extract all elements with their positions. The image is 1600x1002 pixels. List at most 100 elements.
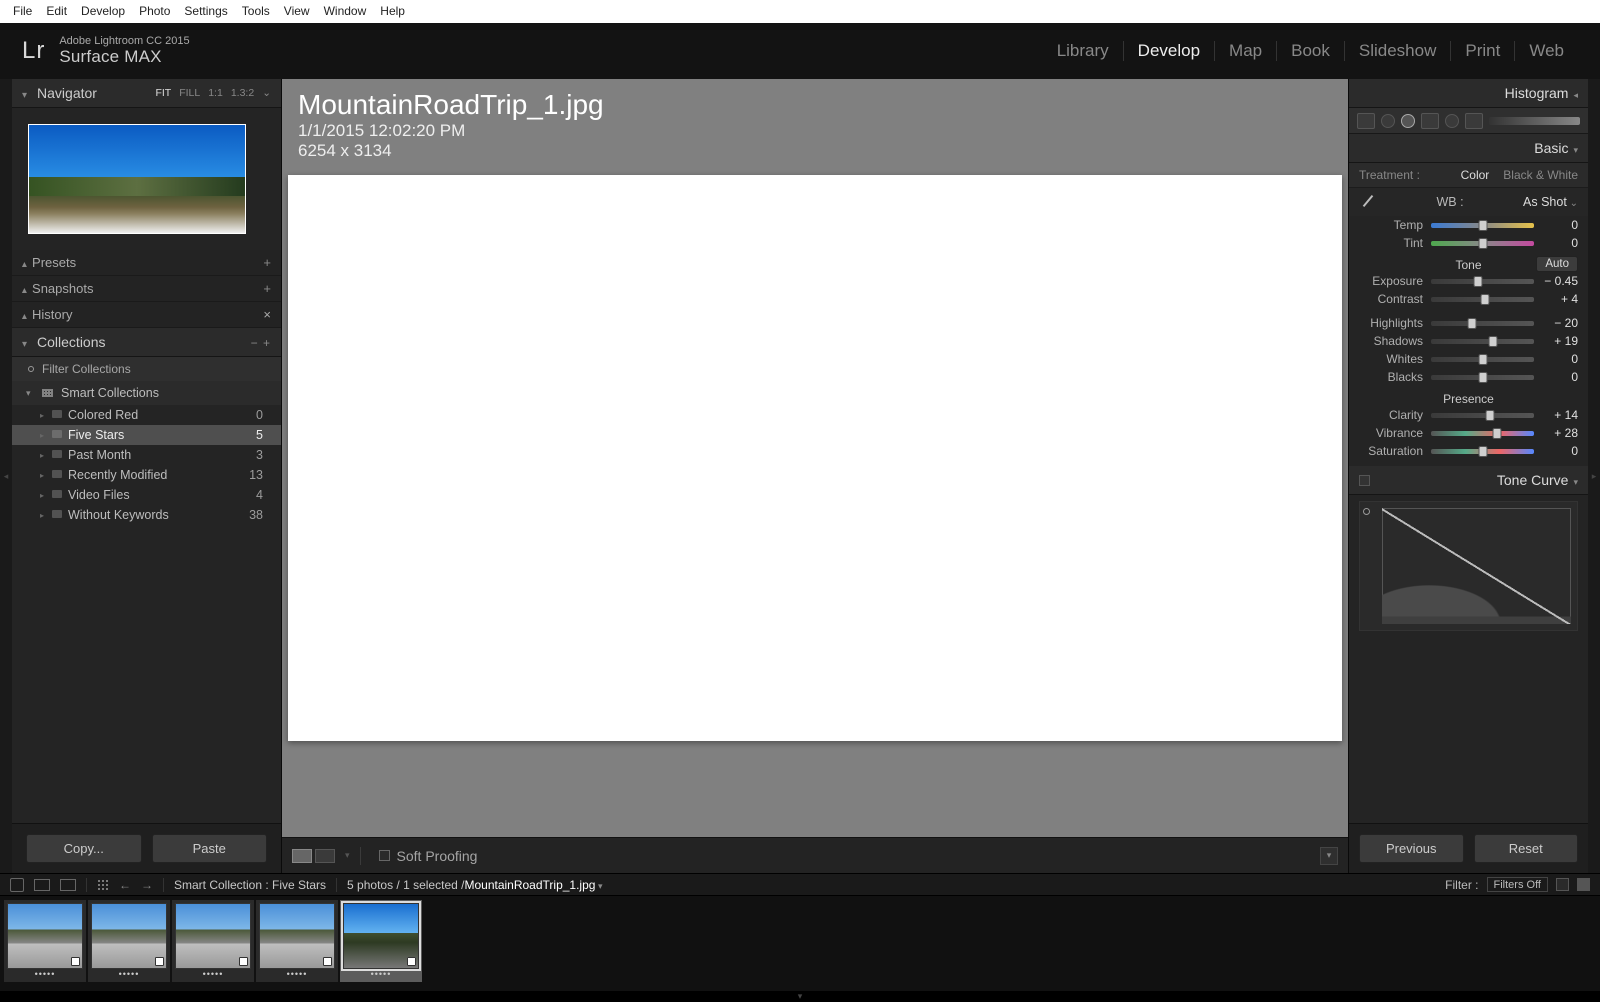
graduated-filter-icon[interactable] <box>1421 113 1439 129</box>
copy-button[interactable]: Copy... <box>26 834 142 863</box>
left-rail[interactable]: ◂ <box>0 79 12 873</box>
main-display-icon[interactable] <box>34 879 50 891</box>
module-develop[interactable]: Develop <box>1124 41 1215 61</box>
slider-contrast[interactable]: Contrast+ 4 <box>1349 290 1588 308</box>
menu-tools[interactable]: Tools <box>235 4 277 18</box>
slider-shadows[interactable]: Shadows+ 19 <box>1349 332 1588 350</box>
soft-proofing-toggle[interactable]: Soft Proofing <box>379 848 478 864</box>
slider-exposure[interactable]: Exposure− 0.45 <box>1349 272 1588 290</box>
panel-snapshots[interactable]: ▸Snapshots+ <box>12 276 281 302</box>
loupe-view[interactable]: MountainRoadTrip_1.jpg 1/1/2015 12:02:20… <box>282 79 1348 837</box>
filter-lock-icon[interactable] <box>1556 878 1569 891</box>
spot-removal-icon[interactable] <box>1381 114 1395 128</box>
module-library[interactable]: Library <box>1043 41 1124 61</box>
paste-button[interactable]: Paste <box>152 834 268 863</box>
module-slideshow[interactable]: Slideshow <box>1345 41 1452 61</box>
redeye-icon[interactable] <box>1401 114 1415 128</box>
filmstrip-thumb[interactable]: ••••• <box>172 900 254 982</box>
wb-dropdown[interactable]: As Shot <box>1523 195 1578 209</box>
slider-saturation[interactable]: Saturation0 <box>1349 442 1588 460</box>
collection-five-stars[interactable]: ▸Five Stars5 <box>12 425 281 445</box>
menu-help[interactable]: Help <box>373 4 412 18</box>
os-menubar[interactable]: FileEditDevelopPhotoSettingsToolsViewWin… <box>0 0 1600 22</box>
collection-past-month[interactable]: ▸Past Month3 <box>12 445 281 465</box>
module-print[interactable]: Print <box>1451 41 1515 61</box>
tone-curve-toggle[interactable] <box>1359 475 1370 486</box>
treatment-bw[interactable]: Black & White <box>1503 168 1578 182</box>
loupe-view-icon[interactable] <box>292 849 312 863</box>
navigator-thumb[interactable] <box>28 124 246 234</box>
wb-row: WB : As Shot <box>1349 188 1588 216</box>
slider-blacks[interactable]: Blacks0 <box>1349 368 1588 386</box>
slider-clarity[interactable]: Clarity+ 14 <box>1349 406 1588 424</box>
zoom-11[interactable]: 1:1 <box>208 87 223 99</box>
back-icon[interactable]: ← <box>119 878 131 892</box>
filmstrip-thumb[interactable]: ••••• <box>88 900 170 982</box>
module-web[interactable]: Web <box>1515 41 1578 61</box>
filter-dropdown[interactable]: Filters Off <box>1487 877 1548 892</box>
eyedropper-icon[interactable] <box>1359 193 1377 211</box>
filter-toggle-icon[interactable] <box>1577 878 1590 891</box>
zoom-FIT[interactable]: FIT <box>155 87 171 99</box>
collection-recently-modified[interactable]: ▸Recently Modified13 <box>12 465 281 485</box>
tone-curve-graph[interactable] <box>1359 501 1578 631</box>
navigator-header[interactable]: Navigator FITFILL1:11.3:2⌄ <box>12 79 281 108</box>
view-mode-buttons[interactable] <box>292 849 335 863</box>
right-rail[interactable]: ▸ <box>1588 79 1600 873</box>
reset-button[interactable]: Reset <box>1474 834 1579 863</box>
navigator-zoom[interactable]: FITFILL1:11.3:2⌄ <box>155 87 271 99</box>
app-name: Adobe Lightroom CC 2015 <box>59 35 189 47</box>
menu-settings[interactable]: Settings <box>177 4 234 18</box>
basic-header[interactable]: Basic <box>1349 134 1588 163</box>
menu-photo[interactable]: Photo <box>132 4 177 18</box>
navigator-preview[interactable] <box>12 108 281 250</box>
filter-collections[interactable]: Filter Collections <box>12 357 281 381</box>
menu-window[interactable]: Window <box>317 4 374 18</box>
before-after-icon[interactable] <box>315 849 335 863</box>
module-book[interactable]: Book <box>1277 41 1345 61</box>
histogram-header[interactable]: Histogram <box>1349 79 1588 108</box>
zoom-FILL[interactable]: FILL <box>179 87 200 99</box>
module-picker: LibraryDevelopMapBookSlideshowPrintWeb <box>1043 41 1578 61</box>
collection-colored-red[interactable]: ▸Colored Red0 <box>12 405 281 425</box>
forward-icon[interactable]: → <box>141 878 153 892</box>
panel-history[interactable]: ▸History× <box>12 302 281 328</box>
filmstrip-thumb[interactable]: ••••• <box>256 900 338 982</box>
previous-button[interactable]: Previous <box>1359 834 1464 863</box>
toolbar-options[interactable]: ▾ <box>1320 847 1338 865</box>
checkbox-icon[interactable] <box>379 850 390 861</box>
develop-toolstrip[interactable] <box>1349 108 1588 134</box>
slider-whites[interactable]: Whites0 <box>1349 350 1588 368</box>
collection-video-files[interactable]: ▸Video Files4 <box>12 485 281 505</box>
hand-tool-icon[interactable] <box>10 878 24 892</box>
zoom-132[interactable]: 1.3:2 <box>231 87 254 99</box>
brush-icon[interactable] <box>1465 113 1483 129</box>
auto-button[interactable]: Auto <box>1536 256 1578 272</box>
point-curve-icon[interactable] <box>1363 508 1370 515</box>
filmstrip-thumb[interactable]: ••••• <box>340 900 422 982</box>
tool-slider[interactable] <box>1489 117 1580 125</box>
panel-collections[interactable]: Collections <box>12 328 281 357</box>
crop-tool-icon[interactable] <box>1357 113 1375 129</box>
collection-without-keywords[interactable]: ▸Without Keywords38 <box>12 505 281 525</box>
module-map[interactable]: Map <box>1215 41 1277 61</box>
menu-file[interactable]: File <box>6 4 39 18</box>
menu-edit[interactable]: Edit <box>39 4 74 18</box>
grid-icon[interactable] <box>97 879 109 891</box>
filmstrip[interactable]: ••••••••••••••••••••••••• <box>0 895 1600 991</box>
smart-collections-header[interactable]: Smart Collections <box>12 381 281 405</box>
slider-temp[interactable]: Temp0 <box>1349 216 1588 234</box>
menu-view[interactable]: View <box>277 4 317 18</box>
filmstrip-collapse[interactable]: ▾ <box>0 991 1600 1001</box>
filmstrip-thumb[interactable]: ••••• <box>4 900 86 982</box>
slider-tint[interactable]: Tint0 <box>1349 234 1588 252</box>
treatment-color[interactable]: Color <box>1461 168 1490 182</box>
menu-develop[interactable]: Develop <box>74 4 132 18</box>
slider-vibrance[interactable]: Vibrance+ 28 <box>1349 424 1588 442</box>
slider-highlights[interactable]: Highlights− 20 <box>1349 314 1588 332</box>
tone-curve-header[interactable]: Tone Curve <box>1349 466 1588 495</box>
panel-presets[interactable]: ▸Presets+ <box>12 250 281 276</box>
second-display-icon[interactable] <box>60 879 76 891</box>
source-label[interactable]: Smart Collection : Five Stars <box>174 878 326 892</box>
radial-filter-icon[interactable] <box>1445 114 1459 128</box>
